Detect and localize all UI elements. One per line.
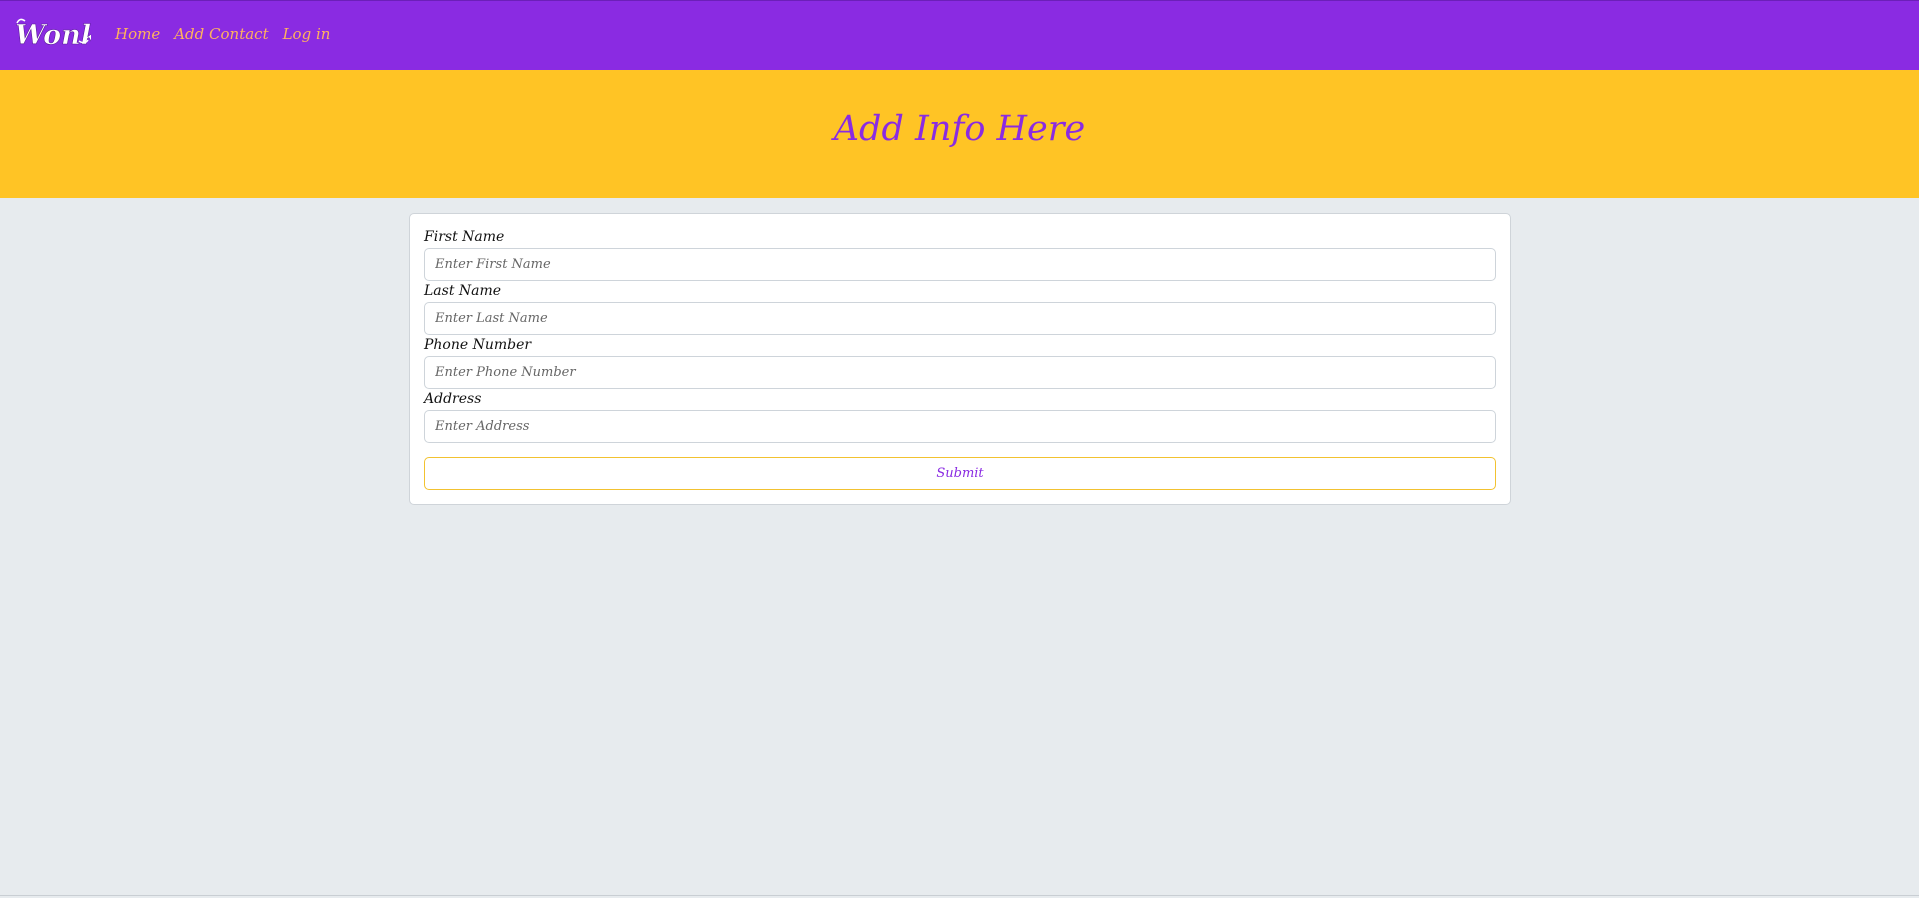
first-name-label: First Name <box>424 229 505 245</box>
svg-text:Wonka: Wonka <box>15 20 91 51</box>
page-bottom-divider <box>0 895 1919 896</box>
submit-button[interactable]: Submit <box>424 457 1496 490</box>
first-name-input[interactable] <box>424 248 1496 281</box>
last-name-label: Last Name <box>424 283 502 299</box>
nav-link-home[interactable]: Home <box>115 25 160 43</box>
phone-number-input[interactable] <box>424 356 1496 389</box>
nav-links: Home Add Contact Log in <box>115 25 330 43</box>
nav-link-add-contact[interactable]: Add Contact <box>174 25 268 43</box>
page-title: Add Info Here <box>833 109 1086 149</box>
wonka-logo[interactable]: Wonka <box>13 13 117 57</box>
hero-banner: Add Info Here <box>0 70 1919 198</box>
add-contact-form: First Name Last Name Phone Number Addres… <box>409 213 1511 505</box>
last-name-input[interactable] <box>424 302 1496 335</box>
address-label: Address <box>424 391 482 407</box>
phone-number-label: Phone Number <box>424 337 532 353</box>
nav-link-log-in[interactable]: Log in <box>283 25 331 43</box>
navbar: Wonka Home Add Contact Log in <box>0 0 1919 70</box>
address-input[interactable] <box>424 410 1496 443</box>
